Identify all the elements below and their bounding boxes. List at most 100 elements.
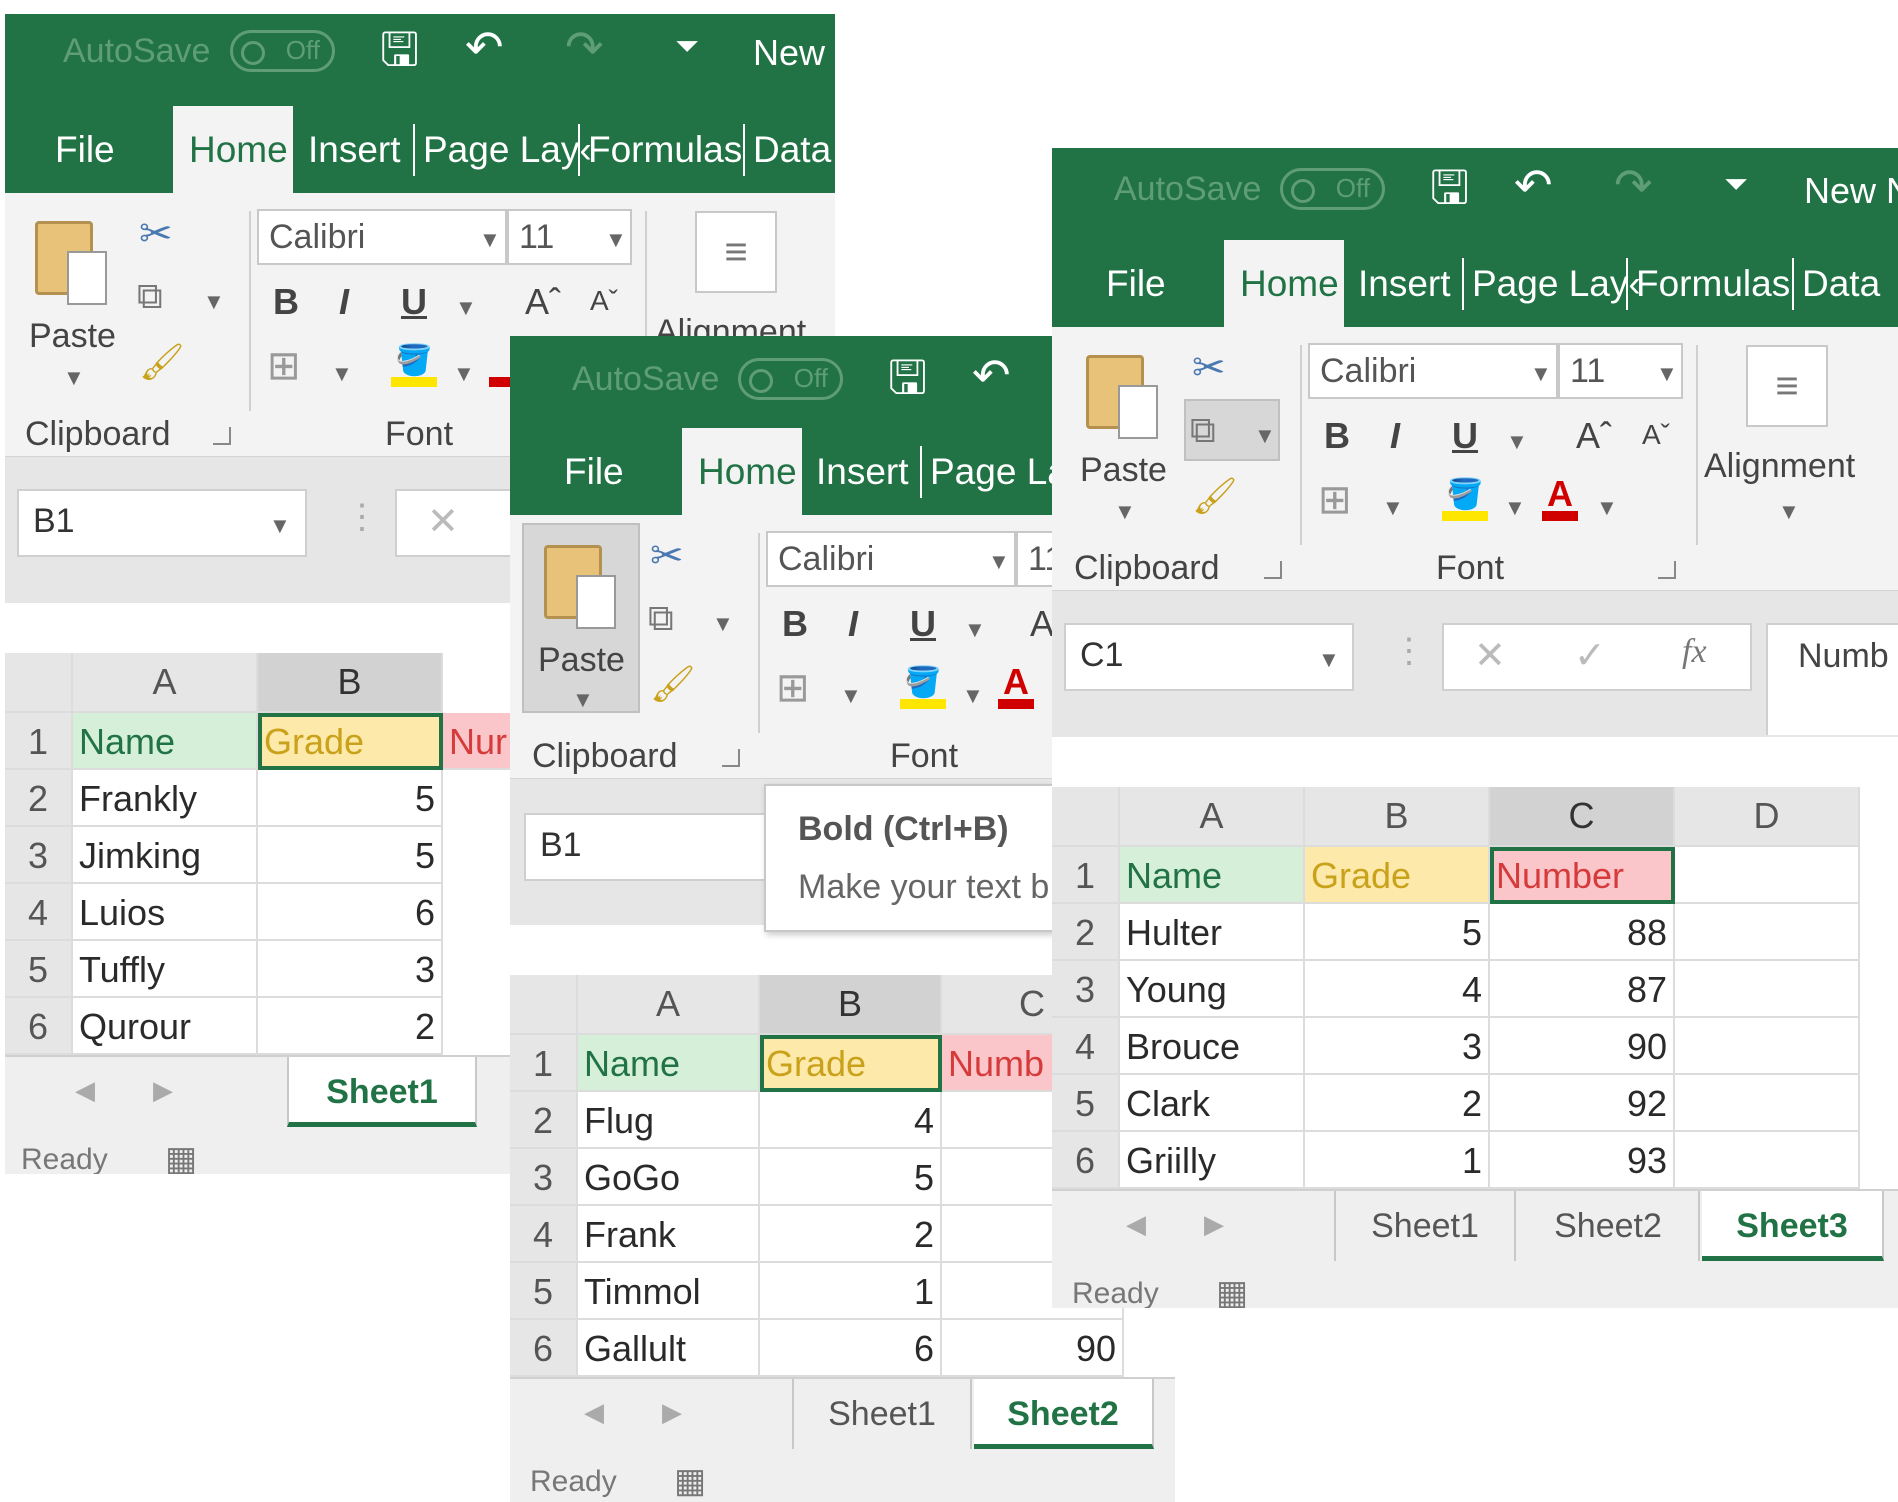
insert-function-icon[interactable]: fx: [1682, 633, 1707, 671]
row-header-1[interactable]: 1: [5, 713, 73, 770]
customize-qat-icon[interactable]: ⏷: [675, 32, 699, 62]
font-name-dropdown-icon[interactable]: ▼: [479, 227, 501, 253]
column-header-a[interactable]: A: [1120, 787, 1305, 847]
row-header-1[interactable]: 1: [510, 1035, 578, 1092]
borders-dropdown-icon[interactable]: ▼: [1382, 495, 1404, 521]
underline-button[interactable]: U: [401, 281, 427, 323]
tab-page-layout[interactable]: Page Lay‹: [1472, 240, 1641, 327]
underline-dropdown-icon[interactable]: ▼: [964, 617, 986, 643]
font-name-dropdown-icon[interactable]: ▼: [1530, 361, 1552, 387]
tab-file[interactable]: File: [564, 428, 624, 515]
underline-button[interactable]: U: [1452, 415, 1478, 457]
sheet-scroll-right-icon[interactable]: ▶: [1204, 1209, 1224, 1240]
cell-grade[interactable]: 5: [1305, 904, 1490, 961]
sheet-tab-sheet2[interactable]: Sheet2: [974, 1379, 1154, 1449]
cell-name[interactable]: Griilly: [1120, 1132, 1305, 1189]
autosave-toggle[interactable]: Off: [230, 30, 335, 72]
font-name-select[interactable]: Calibri: [1308, 343, 1558, 399]
row-header[interactable]: 3: [510, 1149, 578, 1206]
cell-number[interactable]: 92: [1490, 1075, 1675, 1132]
select-all-corner[interactable]: [510, 975, 578, 1035]
paste-dropdown-icon[interactable]: ▼: [572, 687, 594, 713]
cell-grade[interactable]: 5: [760, 1149, 942, 1206]
copy-dropdown-icon[interactable]: ▼: [1254, 423, 1276, 449]
cell-number[interactable]: 90: [942, 1320, 1124, 1377]
cell-name[interactable]: Gallult: [578, 1320, 760, 1377]
cancel-icon[interactable]: ✕: [1474, 633, 1506, 678]
clipboard-launcher-icon[interactable]: [1264, 561, 1282, 579]
cell-a1[interactable]: Name: [73, 713, 258, 770]
borders-icon[interactable]: ⊞: [1318, 477, 1352, 523]
name-box-dropdown-icon[interactable]: ▼: [1318, 647, 1340, 673]
column-header-a[interactable]: A: [578, 975, 760, 1035]
alignment-icon[interactable]: ≡: [695, 211, 777, 293]
name-box[interactable]: B1: [524, 813, 774, 881]
copy-dropdown-icon[interactable]: ▼: [712, 611, 734, 637]
copy-icon[interactable]: ⧉: [137, 275, 163, 318]
paste-label[interactable]: Paste: [1080, 451, 1167, 490]
cell-grade[interactable]: 1: [1305, 1132, 1490, 1189]
sheet-scroll-left-icon[interactable]: ◀: [75, 1075, 95, 1106]
format-painter-icon[interactable]: 🖌: [650, 663, 696, 705]
sheet-scroll-right-icon[interactable]: ▶: [153, 1075, 173, 1106]
cell-c1[interactable]: Number: [1490, 847, 1675, 904]
copy-icon[interactable]: ⧉: [1190, 409, 1216, 452]
cell-name[interactable]: Qurour: [73, 998, 258, 1055]
paste-label[interactable]: Paste: [538, 641, 625, 680]
sheet-tab-sheet3[interactable]: Sheet3: [1702, 1191, 1884, 1261]
cell-grade[interactable]: 2: [258, 998, 443, 1055]
cell-a1[interactable]: Name: [1120, 847, 1305, 904]
paste-label[interactable]: Paste: [29, 317, 116, 356]
cell-empty[interactable]: [1675, 1132, 1860, 1189]
tab-insert[interactable]: Insert: [816, 428, 909, 515]
cell-number[interactable]: 93: [1490, 1132, 1675, 1189]
cell-grade[interactable]: 4: [760, 1092, 942, 1149]
font-name-select[interactable]: Calibri: [257, 209, 507, 265]
cell-grade[interactable]: 2: [760, 1206, 942, 1263]
bold-button[interactable]: B: [782, 603, 808, 645]
cell-a1[interactable]: Name: [578, 1035, 760, 1092]
cell-name[interactable]: Luios: [73, 884, 258, 941]
sheet-scroll-left-icon[interactable]: ◀: [1126, 1209, 1146, 1240]
fill-color-dropdown-icon[interactable]: ▼: [962, 683, 984, 709]
cell-grade[interactable]: 3: [258, 941, 443, 998]
paste-dropdown-icon[interactable]: ▼: [1114, 499, 1136, 525]
cell-b1[interactable]: Grade: [760, 1035, 942, 1092]
column-header-d[interactable]: D: [1675, 787, 1860, 847]
cell-grade[interactable]: 1: [760, 1263, 942, 1320]
cell-grade[interactable]: 6: [760, 1320, 942, 1377]
row-header[interactable]: 2: [510, 1092, 578, 1149]
cell-name[interactable]: Timmol: [578, 1263, 760, 1320]
select-all-corner[interactable]: [5, 653, 73, 713]
cell-name[interactable]: Frankly: [73, 770, 258, 827]
fill-color-dropdown-icon[interactable]: ▼: [453, 361, 475, 387]
row-header[interactable]: 2: [1052, 904, 1120, 961]
copy-icon[interactable]: ⧉: [648, 597, 674, 640]
cell-name[interactable]: GoGo: [578, 1149, 760, 1206]
row-header[interactable]: 4: [5, 884, 73, 941]
grow-font-button[interactable]: Aˆ: [1576, 415, 1612, 457]
autosave-toggle[interactable]: Off: [738, 358, 843, 400]
font-size-dropdown-icon[interactable]: ▼: [605, 227, 627, 253]
cell-grade[interactable]: 3: [1305, 1018, 1490, 1075]
underline-button[interactable]: U: [910, 603, 936, 645]
redo-icon[interactable]: ↷: [1614, 162, 1653, 208]
cell-d1[interactable]: [1675, 847, 1860, 904]
underline-dropdown-icon[interactable]: ▼: [455, 295, 477, 321]
row-header[interactable]: 5: [5, 941, 73, 998]
sheet-tab-sheet1[interactable]: Sheet1: [792, 1379, 972, 1449]
row-header[interactable]: 4: [510, 1206, 578, 1263]
cell-grade[interactable]: 2: [1305, 1075, 1490, 1132]
row-header[interactable]: 3: [1052, 961, 1120, 1018]
undo-icon[interactable]: ↶: [465, 24, 504, 70]
autosave-toggle[interactable]: Off: [1280, 168, 1385, 210]
alignment-group-label[interactable]: Alignment: [1704, 447, 1855, 486]
fill-color-icon[interactable]: 🪣: [391, 343, 437, 387]
cell-name[interactable]: Young: [1120, 961, 1305, 1018]
cut-icon[interactable]: ✂: [139, 211, 173, 257]
formula-input[interactable]: Numb: [1766, 623, 1898, 735]
borders-icon[interactable]: ⊞: [776, 665, 810, 711]
clipboard-launcher-icon[interactable]: [722, 749, 740, 767]
shrink-font-button[interactable]: Aˇ: [1642, 419, 1670, 451]
select-all-corner[interactable]: [1052, 787, 1120, 847]
